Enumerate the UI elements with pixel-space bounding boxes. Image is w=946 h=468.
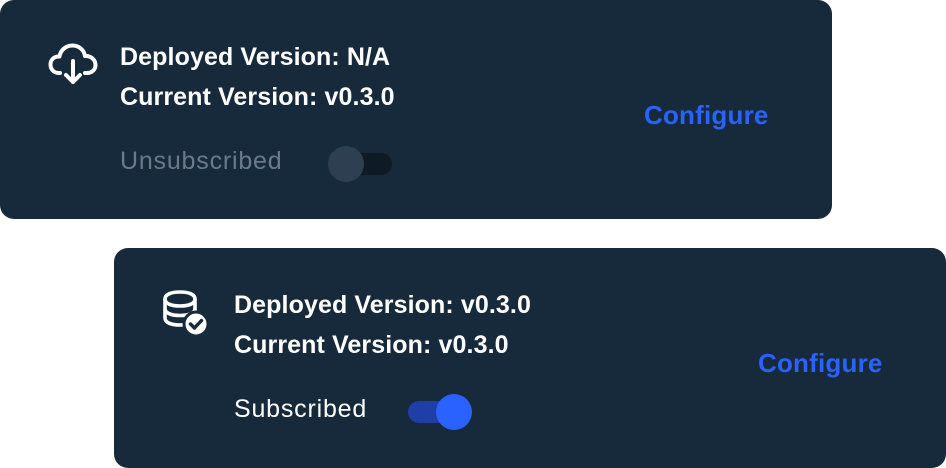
package-card-subscribed: Deployed Version: v0.3.0 Current Version… <box>114 248 946 468</box>
subscribe-toggle[interactable] <box>328 146 394 182</box>
toggle-knob <box>328 146 364 182</box>
current-version: Current Version: v0.3.0 <box>120 83 395 111</box>
subscription-status-label: Subscribed <box>234 395 368 423</box>
deployed-version: Deployed Version: N/A <box>120 43 391 71</box>
subscription-status-label: Unsubscribed <box>120 147 283 175</box>
current-version: Current Version: v0.3.0 <box>234 331 509 359</box>
package-card-unsubscribed: Deployed Version: N/A Current Version: v… <box>0 0 832 219</box>
configure-link[interactable]: Configure <box>758 347 883 379</box>
configure-link[interactable]: Configure <box>644 99 769 131</box>
deployed-version: Deployed Version: v0.3.0 <box>234 291 531 319</box>
toggle-knob <box>436 394 472 430</box>
database-check-icon <box>162 290 212 336</box>
subscribe-toggle[interactable] <box>408 394 474 430</box>
cloud-download-icon <box>48 42 98 88</box>
